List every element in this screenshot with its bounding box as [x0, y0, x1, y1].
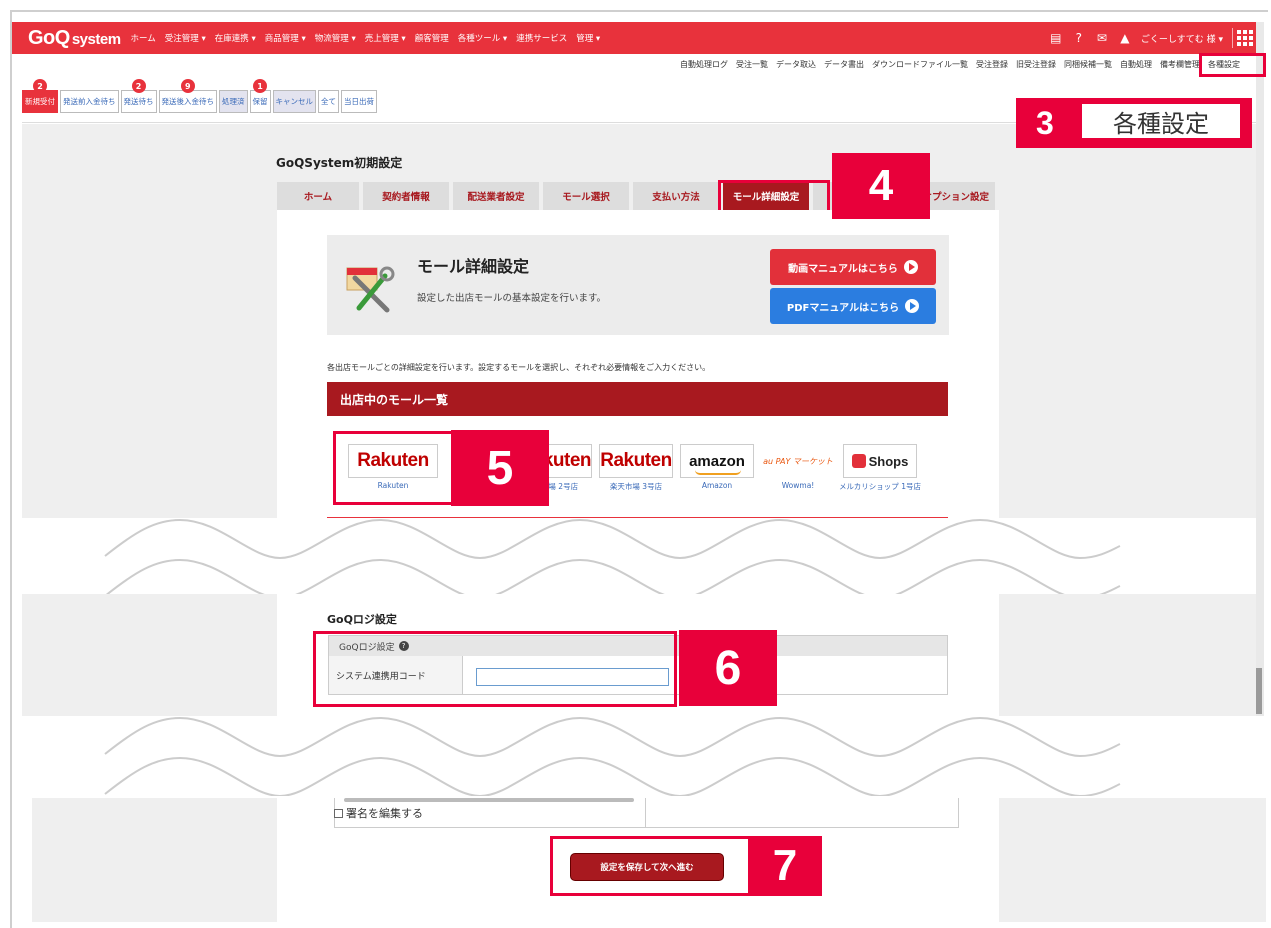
subnav-old-order-register[interactable]: 旧受注登録	[1016, 59, 1056, 70]
status-tab-cancel[interactable]: キャンセル	[272, 90, 316, 113]
wave-separator	[104, 716, 1121, 796]
menu-tools[interactable]: 各種ツール ▾	[458, 32, 507, 44]
highlight-rakuten-card	[333, 431, 455, 505]
user-menu[interactable]: ごくーしすてむ 様 ▾	[1141, 32, 1223, 45]
mall-card-amazon[interactable]: amazon	[680, 444, 754, 478]
menu-orders[interactable]: 受注管理 ▾	[165, 32, 206, 44]
menu-products[interactable]: 商品管理 ▾	[265, 32, 306, 44]
menu-admin[interactable]: 管理 ▾	[576, 32, 600, 44]
tab-mall-select[interactable]: モール選択	[543, 182, 629, 210]
callout-6: 6	[679, 630, 777, 706]
textarea-scrollbar[interactable]	[344, 798, 634, 802]
mall-label[interactable]: Amazon	[680, 481, 754, 490]
status-tab-awaiting-ship[interactable]: 2 発送待ち	[120, 79, 157, 113]
mall-list-header: 出店中のモール一覧	[327, 382, 948, 416]
help-icon[interactable]: ?	[1072, 31, 1086, 45]
bell-icon[interactable]: ▲	[1118, 31, 1132, 45]
shops-icon	[851, 454, 866, 468]
status-tab-postpay[interactable]: 9 発送後入金待ち	[158, 79, 217, 113]
menu-services[interactable]: 連携サービス	[516, 32, 567, 44]
tab-carrier[interactable]: 配送業者設定	[453, 182, 539, 210]
mall-card-rakuten-3[interactable]: Rakuten	[599, 444, 673, 478]
main-menu: ホーム 受注管理 ▾ 在庫連携 ▾ 商品管理 ▾ 物流管理 ▾ 売上管理 ▾ 顧…	[131, 32, 601, 44]
mall-label[interactable]: 楽天市場 3号店	[599, 481, 673, 492]
subnav-order-register[interactable]: 受注登録	[976, 59, 1008, 70]
page-title: GoQSystem初期設定	[276, 156, 403, 170]
menu-logistics[interactable]: 物流管理 ▾	[315, 32, 356, 44]
play-icon	[903, 260, 918, 274]
apps-grid-icon[interactable]	[1232, 28, 1253, 48]
subnav-order-list[interactable]: 受注一覧	[736, 59, 768, 70]
tools-icon	[346, 266, 395, 313]
highlight-settings-link	[1199, 53, 1266, 77]
callout-3-label: 各種設定	[1082, 104, 1240, 138]
status-tab-new[interactable]: 2 新規受付	[22, 79, 58, 113]
logi-section-title: GoQロジ設定	[327, 613, 397, 626]
user-tools: ▤ ? ✉ ▲ ごくーしすてむ 様 ▾	[1049, 28, 1253, 48]
count-badge: 2	[131, 79, 146, 93]
status-tab-done[interactable]: 処理済	[219, 90, 248, 113]
video-manual-button[interactable]: 動画マニュアルはこちら	[770, 249, 936, 285]
play-icon	[905, 299, 920, 313]
mall-label[interactable]: メルカリショップ 1号店	[836, 481, 924, 492]
signature-checkbox[interactable]: 署名を編集する	[334, 805, 423, 821]
highlight-save-button	[550, 836, 752, 896]
subnav-notes[interactable]: 備考欄管理	[1160, 59, 1200, 70]
menu-inventory[interactable]: 在庫連携 ▾	[215, 32, 256, 44]
scrollbar-thumb[interactable]	[1256, 668, 1262, 714]
order-status-tabs: 2 新規受付 発送前入金待ち 2 発送待ち 9 発送後入金待ち 処理済 1 保留 キャン…	[22, 79, 377, 113]
count-badge: 9	[180, 79, 195, 93]
subnav-downloads[interactable]: ダウンロードファイル一覧	[872, 59, 968, 70]
callout-5: 5	[451, 430, 549, 506]
status-tab-prepay[interactable]: 発送前入金待ち	[60, 90, 119, 113]
subnav-bundle-candidates[interactable]: 同梱候補一覧	[1064, 59, 1112, 70]
mall-card-mercari[interactable]: Shops	[843, 444, 917, 478]
mall-label[interactable]: Wowma!	[760, 481, 836, 490]
mail-icon[interactable]: ✉	[1095, 31, 1109, 45]
wave-separator	[104, 518, 1121, 598]
pdf-manual-button[interactable]: PDFマニュアルはこちら	[770, 288, 936, 324]
subnav-auto-process[interactable]: 自動処理	[1120, 59, 1152, 70]
status-tab-same-day[interactable]: 当日出荷	[341, 90, 377, 113]
menu-sales[interactable]: 売上管理 ▾	[365, 32, 406, 44]
callout-4: 4	[832, 153, 930, 219]
callout-7: 7	[748, 836, 822, 896]
status-tab-all[interactable]: 全て	[318, 90, 339, 113]
count-badge: 1	[253, 79, 267, 93]
subnav-data-import[interactable]: データ取込	[776, 59, 816, 70]
subnav-auto-log[interactable]: 自動処理ログ	[680, 59, 728, 70]
hero-description: 設定した出店モールの基本設定を行います。	[417, 293, 607, 304]
scrollbar-track[interactable]	[1256, 22, 1264, 716]
status-tab-hold[interactable]: 1 保留	[249, 79, 271, 113]
top-navbar: GoQ system ホーム 受注管理 ▾ 在庫連携 ▾ 商品管理 ▾ 物流管理 …	[12, 22, 1256, 54]
document-icon[interactable]: ▤	[1049, 31, 1063, 45]
menu-customers[interactable]: 顧客管理	[415, 32, 449, 44]
checkbox-icon[interactable]	[334, 808, 343, 818]
count-badge: 2	[33, 79, 47, 93]
intro-text: 各出店モールごとの詳細設定を行います。設定するモールを選択し、それぞれ必要情報を…	[327, 363, 711, 372]
mall-card-wowma[interactable]: au PAY マーケット	[760, 444, 836, 478]
subnav-data-export[interactable]: データ書出	[824, 59, 864, 70]
menu-home[interactable]: ホーム	[131, 32, 156, 44]
tab-payment[interactable]: 支払い方法	[633, 182, 719, 210]
tab-home[interactable]: ホーム	[277, 182, 359, 210]
hero-title: モール詳細設定	[417, 257, 530, 276]
highlight-logi-field	[313, 631, 677, 707]
sub-navbar: 自動処理ログ 受注一覧 データ取込 データ書出 ダウンロードファイル一覧 受注登…	[12, 54, 1256, 74]
tab-contract[interactable]: 契約者情報	[363, 182, 449, 210]
app-logo[interactable]: GoQ system	[28, 27, 121, 50]
signature-row	[334, 798, 959, 828]
